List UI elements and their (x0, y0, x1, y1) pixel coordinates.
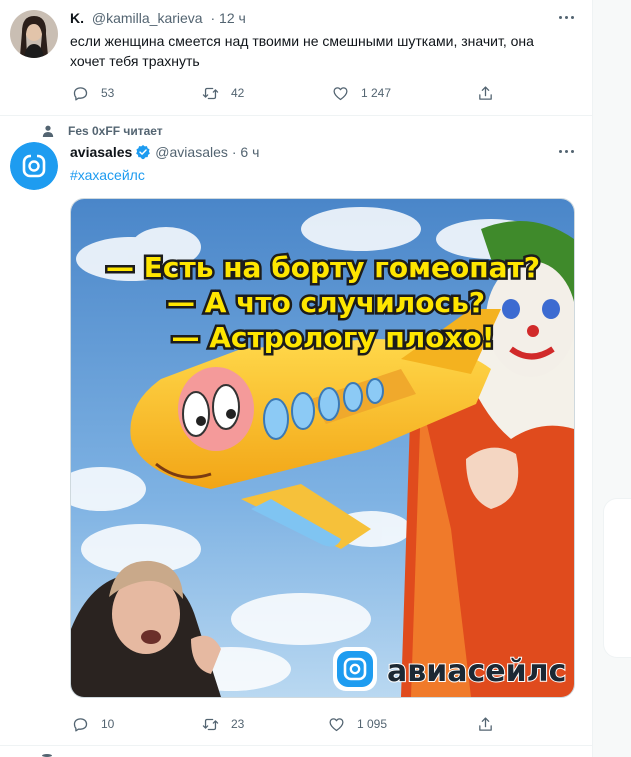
person-icon (42, 125, 54, 137)
sidebar-card (603, 498, 631, 658)
tweet-header: aviasales @aviasales · 6 ч (70, 144, 259, 160)
retweet-count: 42 (231, 86, 245, 100)
tweet[interactable]: Fes 0xFF читает aviasales @aviasales · 6… (0, 116, 593, 746)
verified-badge-icon (136, 145, 151, 160)
meme-illustration: — Есть на борту гомеопат? — А что случил… (71, 199, 574, 697)
reply-icon (73, 717, 88, 732)
like-count: 1 095 (357, 717, 388, 731)
share-button[interactable] (477, 714, 494, 734)
meme-text-line-2: — А что случилось? (167, 286, 485, 319)
tweet-time[interactable]: · 12 ч (210, 10, 245, 26)
tweet[interactable]: K. @kamilla_karieva · 12 ч если женщина … (0, 0, 593, 116)
retweet-button[interactable]: 23 (202, 714, 244, 734)
avatar[interactable] (10, 142, 58, 190)
retweet-icon (202, 87, 219, 99)
aviasales-wordmark: авиасейлс (387, 654, 566, 689)
like-button[interactable]: 1 095 (328, 714, 387, 734)
reply-icon (73, 86, 88, 101)
aviasales-logo: авиасейлс (333, 647, 567, 691)
user-handle[interactable]: @kamilla_karieva (92, 10, 203, 26)
reply-button[interactable]: 53 (72, 83, 114, 103)
display-name[interactable]: aviasales (70, 144, 132, 160)
share-button[interactable] (477, 83, 494, 103)
tweet-text: если женщина смеется над твоими не смешн… (70, 33, 534, 69)
heart-icon (329, 717, 344, 731)
timeline: K. @kamilla_karieva · 12 ч если женщина … (0, 0, 593, 757)
tweet-time[interactable]: · 6 ч (232, 144, 260, 160)
tweet-actions: 10 23 1 095 (72, 714, 512, 734)
avatar[interactable] (10, 10, 58, 58)
retweet-count: 23 (231, 717, 245, 731)
reply-button[interactable]: 10 (72, 714, 114, 734)
user-handle[interactable]: @aviasales (155, 144, 228, 160)
tweet[interactable] (0, 746, 593, 757)
social-context-text[interactable]: Fes 0xFF читает (68, 124, 163, 138)
share-icon (479, 716, 492, 731)
like-button[interactable]: 1 247 (332, 83, 391, 103)
like-count: 1 247 (361, 86, 392, 100)
heart-icon (333, 86, 348, 100)
more-horizontal-icon[interactable] (557, 8, 577, 28)
retweet-icon (202, 718, 219, 730)
meme-text-line-3: — Астрологу плохо! (171, 321, 494, 354)
retweet-button[interactable]: 42 (202, 83, 244, 103)
social-context: Fes 0xFF читает (42, 124, 163, 138)
tweet-header: K. @kamilla_karieva · 12 ч (70, 10, 246, 26)
meme-text-line-1: — Есть на борту гомеопат? (106, 251, 540, 284)
more-horizontal-icon[interactable] (557, 142, 577, 162)
hashtag-link[interactable]: #хахасейлс (70, 165, 145, 185)
tweet-actions: 53 42 1 247 (72, 83, 512, 103)
display-name[interactable]: K. (70, 10, 84, 26)
tweet-media-image[interactable]: — Есть на борту гомеопат? — А что случил… (70, 198, 575, 698)
reply-count: 53 (101, 86, 115, 100)
reply-count: 10 (101, 717, 115, 731)
sidebar-column (593, 0, 631, 757)
share-icon (479, 85, 492, 100)
